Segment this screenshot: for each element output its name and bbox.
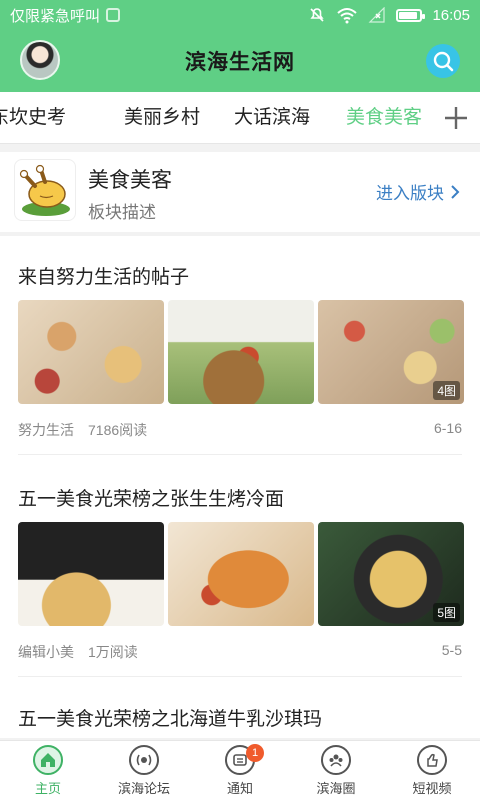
battery-icon: [396, 8, 426, 22]
chevron-right-icon: [451, 184, 460, 199]
category-tabs: 东坎史考 美丽乡村 大话滨海 美食美客: [0, 92, 480, 144]
clock: 16:05: [432, 6, 470, 24]
enter-board-button[interactable]: 进入版块: [376, 179, 460, 204]
nav-label: 主页: [34, 780, 61, 796]
nav-label: 短视频: [412, 780, 452, 796]
post-images: 5图: [18, 522, 464, 626]
post-author: 努力生活: [18, 422, 74, 438]
avatar[interactable]: [20, 40, 60, 80]
app-title: 滨海生活网: [185, 51, 295, 74]
tab-2[interactable]: 美丽乡村: [124, 92, 200, 143]
divider: [18, 454, 462, 455]
mute-icon: [310, 8, 325, 22]
post-item[interactable]: 五一美食光荣榜之北海道牛乳沙琪玛: [0, 680, 480, 738]
post-title[interactable]: 来自努力生活的帖子: [18, 262, 189, 289]
notification-small-icon: [106, 8, 121, 22]
signal-icon: [369, 7, 386, 23]
status-right: 16:05: [308, 6, 470, 24]
post-views: 1万阅读: [88, 644, 138, 660]
image-count-badge: 5图: [433, 603, 460, 622]
notification-badge: 1: [246, 744, 264, 762]
post-item[interactable]: 五一美食光荣榜之张生生烤冷面 5图 编辑小美 1万阅读 5-5: [0, 458, 480, 678]
post-list: 来自努力生活的帖子 4图 努力生活 7186阅读 6-16 五一美食光荣榜之张生…: [0, 236, 480, 738]
wifi-icon: [337, 8, 358, 24]
nav-forum[interactable]: 滨海论坛: [96, 741, 192, 800]
nav-notification[interactable]: 1 通知: [192, 741, 288, 800]
tab-3[interactable]: 大话滨海: [234, 92, 310, 143]
battery-fill: [399, 11, 418, 19]
nav-label: 通知: [226, 780, 253, 796]
home-icon: [33, 744, 63, 775]
enter-board-label: 进入版块: [376, 184, 444, 203]
post-image[interactable]: [168, 300, 314, 404]
post-images: 4图: [18, 300, 464, 404]
post-image[interactable]: 5图: [318, 522, 464, 626]
nav-group[interactable]: 滨海圈: [288, 741, 384, 800]
board-icon: [14, 159, 76, 221]
app-header: 滨海生活网: [0, 30, 480, 92]
board-description: 板块描述: [88, 203, 156, 222]
post-views: 7186阅读: [88, 422, 148, 438]
post-date: 5-5: [441, 642, 462, 658]
divider: [18, 676, 462, 677]
post-image[interactable]: [168, 522, 314, 626]
post-title[interactable]: 五一美食光荣榜之张生生烤冷面: [18, 484, 284, 511]
post-image[interactable]: 4图: [318, 300, 464, 404]
post-date: 6-16: [433, 420, 462, 436]
post-author: 编辑小美: [18, 644, 74, 660]
post-image[interactable]: [18, 522, 164, 626]
roast-chicken-icon: [19, 164, 70, 216]
post-image[interactable]: [18, 300, 164, 404]
video-icon: [417, 744, 447, 775]
group-icon: [321, 744, 351, 775]
image-count-badge: 4图: [433, 381, 460, 400]
forum-icon: [129, 744, 159, 775]
bottom-nav: 主页 滨海论坛 1 通知 滨海圈 短视频: [0, 740, 480, 800]
board-name: 美食美客: [88, 169, 172, 192]
nav-label: 滨海论坛: [117, 780, 170, 796]
nav-home[interactable]: 主页: [0, 741, 96, 800]
status-bar: 仅限紧急呼叫 16:05: [0, 0, 480, 30]
nav-label: 滨海圈: [316, 780, 356, 796]
post-title[interactable]: 五一美食光荣榜之北海道牛乳沙琪玛: [18, 704, 322, 731]
search-icon: [433, 51, 454, 72]
nav-video[interactable]: 短视频: [384, 741, 480, 800]
carrier-text: 仅限紧急呼叫: [10, 7, 101, 25]
tab-1[interactable]: 东坎史考: [0, 92, 66, 143]
add-tab-icon[interactable]: [442, 104, 470, 132]
post-meta: 努力生活 7186阅读: [18, 420, 147, 440]
post-meta: 编辑小美 1万阅读: [18, 642, 138, 662]
tab-active[interactable]: 美食美客: [346, 92, 422, 143]
board-header: 美食美客 板块描述 进入版块: [0, 152, 480, 232]
post-item[interactable]: 来自努力生活的帖子 4图 努力生活 7186阅读 6-16: [0, 236, 480, 456]
search-button[interactable]: [426, 44, 460, 78]
status-left: 仅限紧急呼叫: [10, 5, 121, 26]
